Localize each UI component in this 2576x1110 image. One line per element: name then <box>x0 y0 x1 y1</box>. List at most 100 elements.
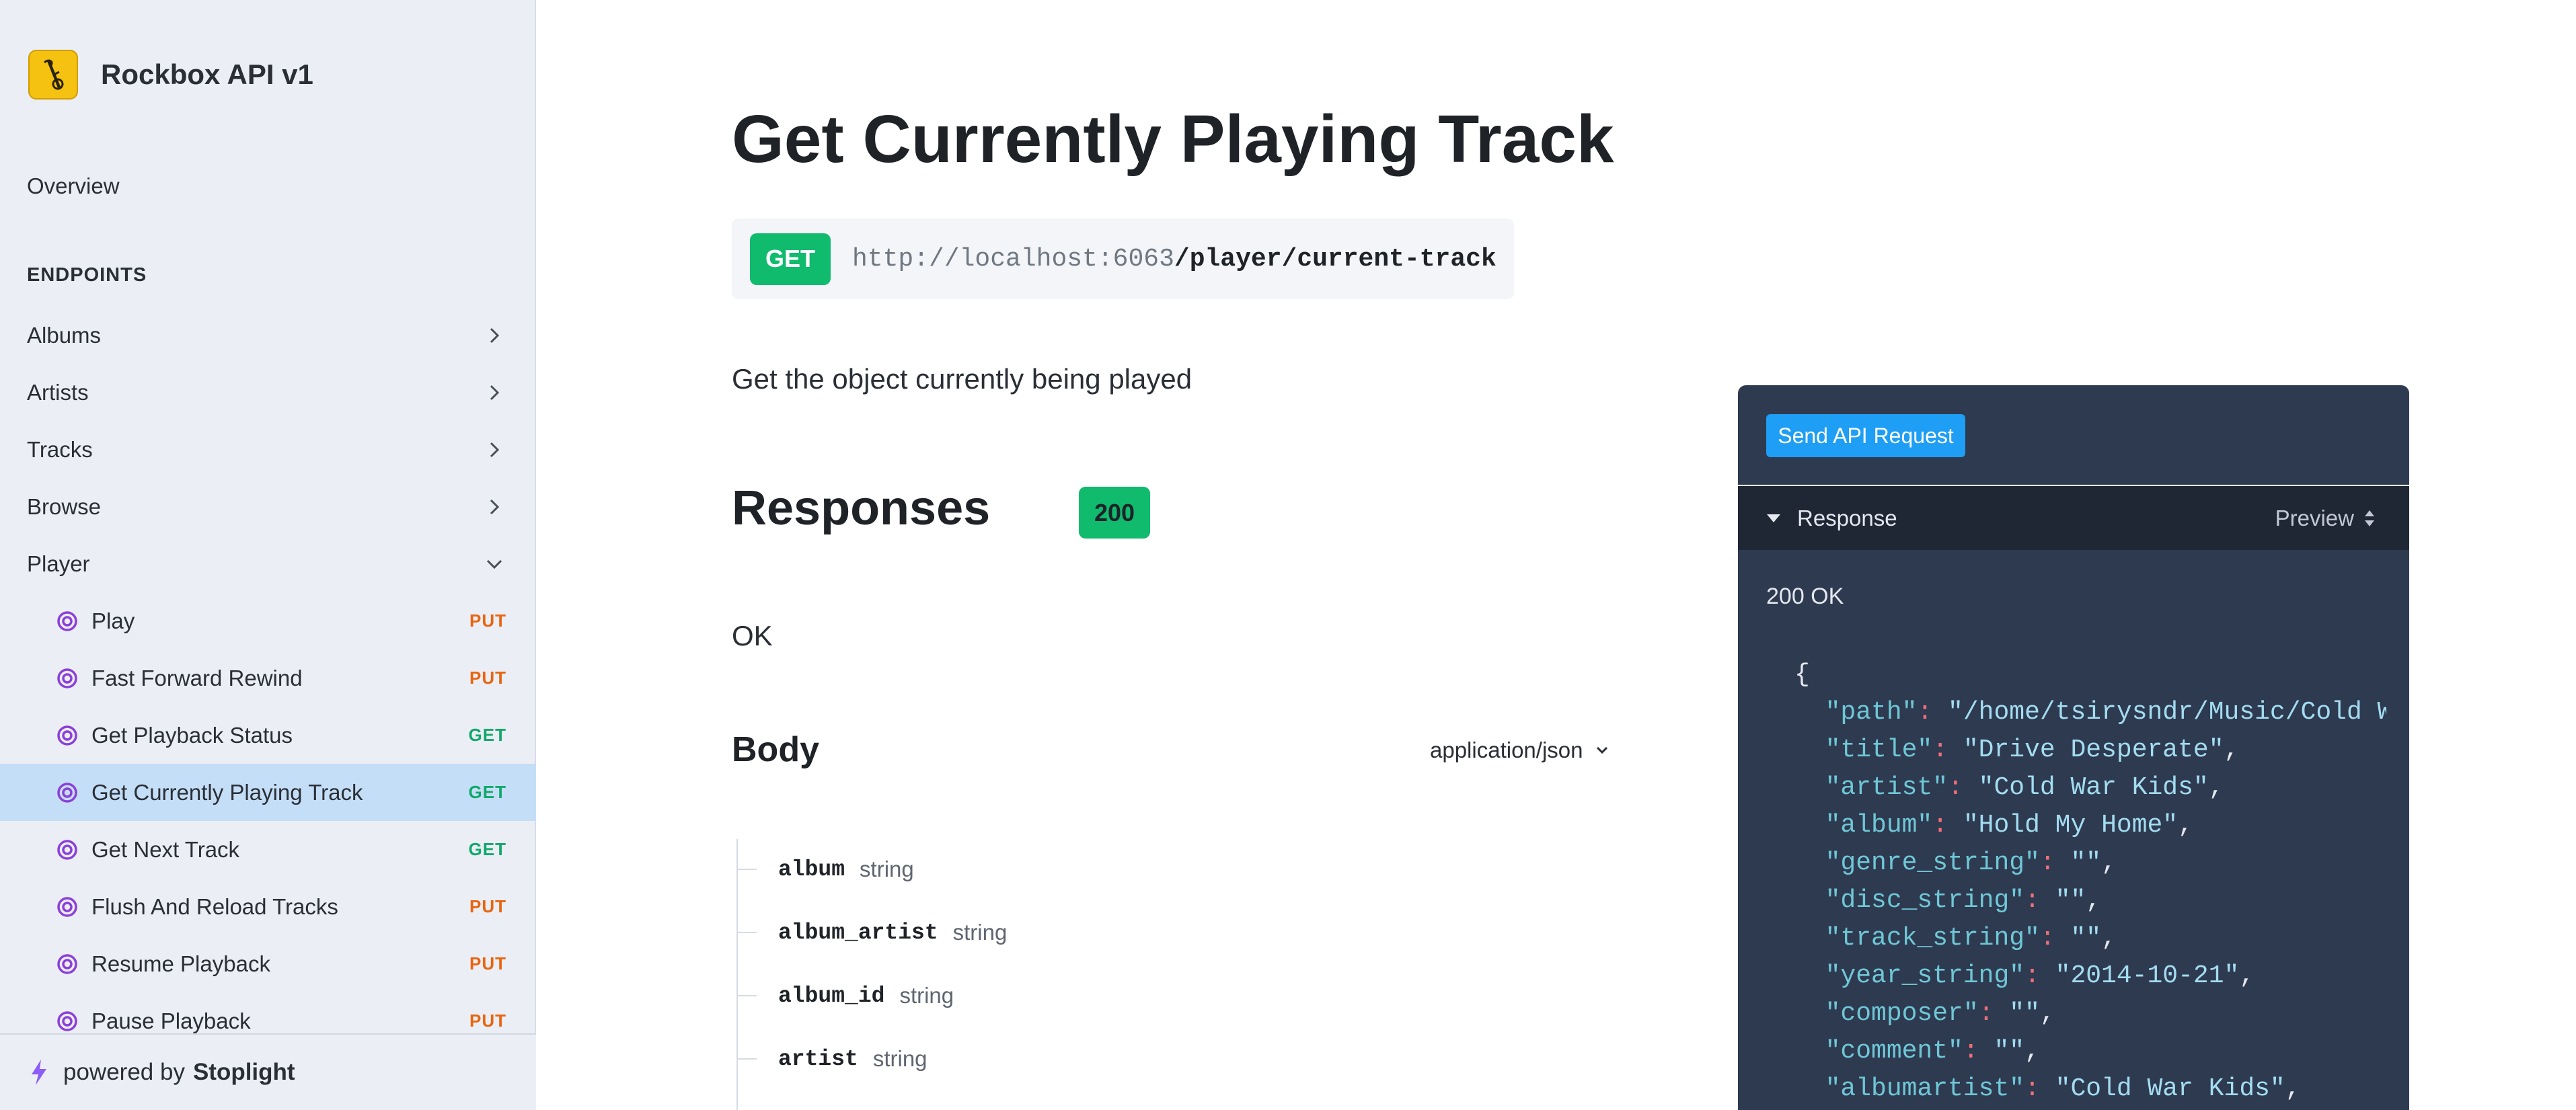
powered-by-label: powered by <box>63 1059 185 1085</box>
response-status-line: 200 OK <box>1766 584 1844 609</box>
sidebar-item-resume-playback[interactable]: Resume Playback PUT <box>0 935 536 992</box>
sidebar: Rockbox API v1 Overview ENDPOINTS Albums… <box>0 0 536 1110</box>
endpoint-target-icon <box>56 668 78 689</box>
json-value: "" <box>2055 886 2086 915</box>
responses-heading: Responses <box>732 481 991 535</box>
endpoint-target-icon <box>56 1010 78 1032</box>
json-line: "disc_string": "", <box>1825 886 2102 915</box>
sidebar-group-label: Artists <box>27 379 89 405</box>
rockbox-logo-icon <box>28 50 78 100</box>
response-panel-header[interactable]: Response Preview <box>1738 486 2409 550</box>
schema-field: album_id string <box>736 976 954 1016</box>
json-value: "Cold War Kids" <box>1978 773 2209 802</box>
field-name: album_id <box>778 983 885 1008</box>
json-line: "track_string": "", <box>1825 924 2117 953</box>
sidebar-group-label: Tracks <box>27 436 93 462</box>
json-value: "Hold My Home" <box>1963 811 2179 840</box>
sidebar-item-label: Get Next Track <box>91 836 240 862</box>
sidebar-item-play[interactable]: Play PUT <box>0 592 536 649</box>
body-heading: Body <box>732 730 819 769</box>
caret-down-icon <box>1766 510 1782 526</box>
app-title: Rockbox API v1 <box>101 58 313 90</box>
sidebar-item-flush-and-reload-tracks[interactable]: Flush And Reload Tracks PUT <box>0 878 536 935</box>
method-badge: PUT <box>469 1010 506 1031</box>
field-name: album_artist <box>778 920 938 945</box>
json-key: "genre_string" <box>1825 848 2040 877</box>
schema-field: artist string <box>736 1039 927 1079</box>
endpoint-target-icon <box>56 953 78 975</box>
json-value: "" <box>2009 999 2040 1028</box>
endpoint-target-icon <box>56 725 78 746</box>
sidebar-item-label: Play <box>91 608 135 633</box>
method-badge: GET <box>468 782 506 802</box>
sidebar-group-player[interactable]: Player <box>0 535 536 592</box>
tree-branch <box>736 932 757 933</box>
sidebar-group-artists[interactable]: Artists <box>0 364 536 421</box>
endpoint-target-icon <box>56 896 78 918</box>
json-key: "comment" <box>1825 1037 1963 1066</box>
json-key: "composer" <box>1825 999 1979 1028</box>
chevron-right-icon <box>485 440 504 459</box>
json-value: "" <box>2070 924 2102 953</box>
brand[interactable]: Rockbox API v1 <box>28 50 313 100</box>
method-badge: PUT <box>469 610 506 631</box>
json-line: "album": "Hold My Home", <box>1825 811 2193 840</box>
sidebar-item-overview[interactable]: Overview <box>27 173 120 199</box>
endpoint-url: http://localhost:6063/player/current-tra… <box>852 245 1497 274</box>
method-badge: PUT <box>469 668 506 688</box>
chevron-right-icon <box>485 383 504 402</box>
schema-field: album string <box>736 849 914 889</box>
endpoint-description: Get the object currently being played <box>732 363 1192 395</box>
sidebar-group-label: Player <box>27 551 90 576</box>
json-line: "title": "Drive Desperate", <box>1825 736 2240 764</box>
sidebar-item-label: Resume Playback <box>91 951 270 976</box>
endpoint-target-icon <box>56 782 78 803</box>
sidebar-group-albums[interactable]: Albums <box>0 307 536 364</box>
field-name: album <box>778 857 845 882</box>
json-key: "title" <box>1825 736 1933 764</box>
sort-arrows-icon <box>2363 507 2378 530</box>
send-api-request-button[interactable]: Send API Request <box>1766 414 1965 457</box>
page-title: Get Currently Playing Track <box>732 102 1614 177</box>
content-type-select[interactable]: application/json <box>1430 738 1612 763</box>
sidebar-item-get-next-track[interactable]: Get Next Track GET <box>0 821 536 878</box>
stoplight-brand: Stoplight <box>192 1059 295 1085</box>
json-key: "artist" <box>1825 773 1948 802</box>
sidebar-item-label: Fast Forward Rewind <box>91 665 303 690</box>
response-json[interactable]: { "path": "/home/tsirysndr/Music/Cold W … <box>1794 656 2386 1108</box>
chevron-right-icon <box>485 498 504 516</box>
sidebar-group-tracks[interactable]: Tracks <box>0 421 536 478</box>
json-line: "year_string": "2014-10-21", <box>1825 961 2255 990</box>
json-line: "albumartist": "Cold War Kids", <box>1825 1074 2301 1103</box>
sidebar-item-fast-forward-rewind[interactable]: Fast Forward Rewind PUT <box>0 649 536 707</box>
method-badge: GET <box>468 839 506 859</box>
response-status-text: OK <box>732 620 773 651</box>
tree-branch <box>736 1058 757 1060</box>
sidebar-item-get-currently-playing-track[interactable]: Get Currently Playing Track GET <box>0 764 536 821</box>
sidebar-item-label: Get Playback Status <box>91 722 293 748</box>
json-value: "Cold War Kids" <box>2055 1074 2285 1103</box>
status-code-tab[interactable]: 200 <box>1079 487 1150 539</box>
sidebar-group-browse[interactable]: Browse <box>0 478 536 535</box>
json-key: "year_string" <box>1825 961 2025 990</box>
json-line: "artist": "Cold War Kids", <box>1825 773 2224 802</box>
content-type-value: application/json <box>1430 738 1583 762</box>
tree-branch <box>736 995 757 996</box>
preview-select[interactable]: Preview <box>2275 506 2354 531</box>
powered-by-stoplight[interactable]: powered by Stoplight <box>0 1033 536 1110</box>
field-type: string <box>899 983 954 1008</box>
sidebar-item-get-playback-status[interactable]: Get Playback Status GET <box>0 707 536 764</box>
method-badge: PUT <box>469 896 506 916</box>
sidebar-group-label: Browse <box>27 493 102 519</box>
field-name: artist <box>778 1046 858 1072</box>
sidebar-group-label: Albums <box>27 322 102 348</box>
method-badge: PUT <box>469 953 506 974</box>
json-value: "/home/tsirysndr/Music/Cold W <box>1948 698 2386 727</box>
endpoint-base-url: http://localhost:6063 <box>852 244 1174 274</box>
sidebar-item-label: Pause Playback <box>91 1008 251 1033</box>
endpoint-url-box[interactable]: GET http://localhost:6063/player/current… <box>732 219 1514 299</box>
response-body: 200 OK { "path": "/home/tsirysndr/Music/… <box>1738 550 2409 1110</box>
tree-branch <box>736 869 757 870</box>
json-key: "path" <box>1825 698 1918 727</box>
endpoint-target-icon <box>56 839 78 861</box>
